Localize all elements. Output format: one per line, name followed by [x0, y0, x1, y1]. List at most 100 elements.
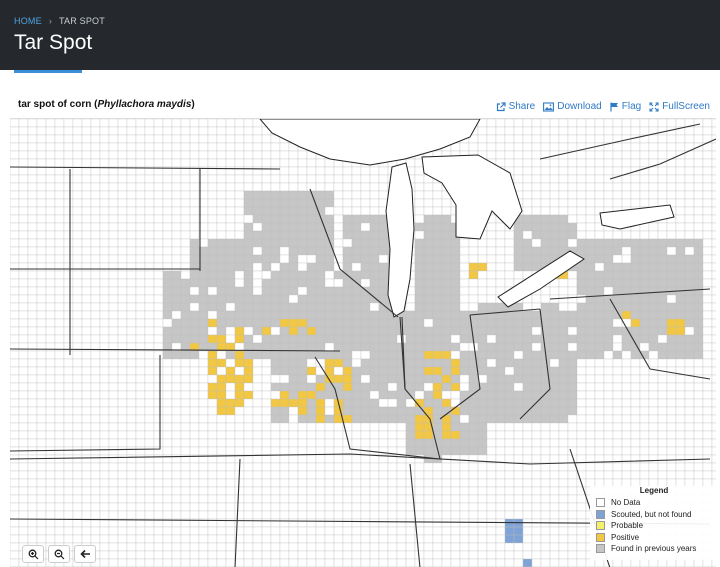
county-cell — [288, 382, 299, 392]
county-cell — [711, 198, 716, 208]
county-cell — [612, 182, 623, 192]
county-cell — [441, 318, 452, 328]
county-cell — [243, 534, 254, 544]
county-cell — [684, 350, 695, 360]
county-cell — [243, 342, 254, 352]
county-cell — [594, 230, 605, 240]
county-cell — [657, 142, 668, 152]
county-cell — [297, 318, 308, 328]
county-cell — [360, 414, 371, 424]
county-cell — [549, 310, 560, 320]
county-cell — [252, 382, 263, 392]
county-cell — [495, 358, 506, 368]
county-cell — [369, 542, 380, 552]
county-cell — [567, 526, 578, 536]
county-cell — [558, 366, 569, 376]
county-cell — [441, 286, 452, 296]
county-cell — [144, 558, 155, 567]
county-cell — [333, 278, 344, 288]
county-cell — [306, 438, 317, 448]
county-cell — [306, 510, 317, 520]
county-cell — [216, 494, 227, 504]
county-cell — [378, 342, 389, 352]
county-cell — [63, 334, 74, 344]
county-cell — [549, 230, 560, 240]
county-cell — [486, 374, 497, 384]
county-cell — [405, 438, 416, 448]
county-cell — [81, 374, 92, 384]
county-cell — [126, 358, 137, 368]
share-button[interactable]: Share — [496, 101, 535, 112]
county-cell — [477, 254, 488, 264]
county-cell — [567, 502, 578, 512]
county-cell — [10, 406, 20, 416]
county-cell — [567, 542, 578, 552]
county-cell — [225, 294, 236, 304]
county-cell — [477, 262, 488, 272]
county-cell — [279, 390, 290, 400]
county-cell — [54, 182, 65, 192]
county-cell — [144, 550, 155, 560]
county-cell — [513, 230, 524, 240]
county-cell — [621, 406, 632, 416]
county-cell — [135, 534, 146, 544]
county-cell — [567, 334, 578, 344]
county-cell — [432, 366, 443, 376]
county-cell — [540, 550, 551, 560]
county-cell — [369, 390, 380, 400]
county-cell — [549, 438, 560, 448]
county-cell — [459, 542, 470, 552]
county-cell — [234, 206, 245, 216]
flag-button[interactable]: Flag — [610, 101, 641, 112]
county-cell — [684, 414, 695, 424]
county-cell — [288, 206, 299, 216]
county-cell — [279, 526, 290, 536]
county-cell — [306, 270, 317, 280]
county-cell — [207, 462, 218, 472]
county-cell — [351, 430, 362, 440]
county-cell — [414, 190, 425, 200]
county-cell — [594, 430, 605, 440]
download-button[interactable]: Download — [543, 101, 602, 112]
breadcrumb-current: TAR SPOT — [59, 16, 105, 26]
breadcrumb-home-link[interactable]: HOME — [14, 16, 42, 26]
fullscreen-button[interactable]: FullScreen — [649, 101, 710, 112]
zoom-in-button[interactable] — [22, 545, 44, 563]
back-button[interactable] — [74, 545, 96, 563]
county-cell — [54, 534, 65, 544]
county-cell — [81, 462, 92, 472]
county-cell — [396, 542, 407, 552]
county-cell — [531, 358, 542, 368]
county-cell — [693, 430, 704, 440]
county-cell — [639, 326, 650, 336]
county-cell — [36, 270, 47, 280]
county-cell — [369, 406, 380, 416]
county-cell — [18, 494, 29, 504]
county-cell — [351, 182, 362, 192]
county-cell — [63, 326, 74, 336]
county-cell — [396, 518, 407, 528]
county-cell — [252, 374, 263, 384]
zoom-out-button[interactable] — [48, 545, 70, 563]
county-cell — [513, 342, 524, 352]
county-cell — [450, 350, 461, 360]
county-cell — [522, 550, 533, 560]
county-cell — [369, 334, 380, 344]
county-cell — [432, 478, 443, 488]
county-cell — [135, 558, 146, 567]
county-cell — [657, 454, 668, 464]
county-cell — [153, 438, 164, 448]
county-cell — [351, 238, 362, 248]
county-cell — [450, 422, 461, 432]
county-cell — [441, 270, 452, 280]
county-cell — [189, 150, 200, 160]
county-cell — [702, 214, 713, 224]
county-cell — [10, 510, 20, 520]
county-cell — [522, 214, 533, 224]
county-cell — [234, 438, 245, 448]
county-cell — [351, 174, 362, 184]
county-cell — [18, 158, 29, 168]
county-cell — [630, 406, 641, 416]
county-cell — [594, 350, 605, 360]
county-cell — [45, 526, 56, 536]
